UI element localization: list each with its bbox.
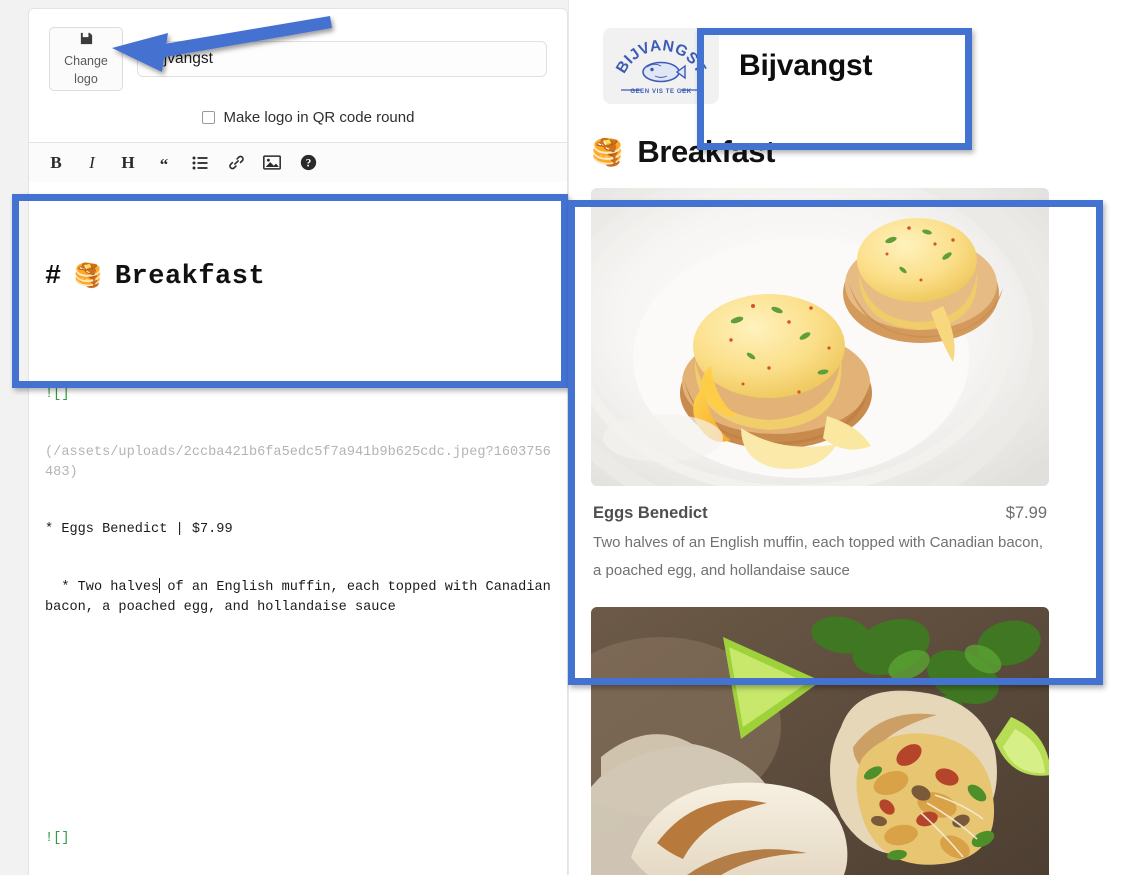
preview-item-card: Eggs Benedict $7.99 Two halves of an Eng… — [569, 176, 1121, 585]
markdown-toolbar: B I H “ ? — [29, 142, 567, 182]
brand-logo-tagline: GEEN VIS TE GEK — [630, 89, 691, 95]
page-gutter — [0, 0, 12, 875]
brand-logo: BIJVANGST GEEN VIS TE GEK — [603, 28, 719, 104]
markdown-heading-breakfast: # 🥞 Breakfast — [45, 258, 551, 296]
preview-item-price: $7.99 — [1005, 504, 1047, 522]
breakfast-burrito-photo — [591, 606, 1049, 875]
menu-editor-panel: Change logo Make logo in QR code round B… — [28, 8, 568, 875]
eggs-benedict-photo — [591, 188, 1049, 486]
preview-item-description: Two halves of an English muffin, each to… — [593, 534, 1044, 579]
md-spacer — [45, 675, 551, 694]
pancakes-emoji: 🥞 — [591, 136, 624, 167]
image-icon[interactable] — [261, 152, 283, 174]
logo-and-name-row: Change logo — [29, 9, 567, 99]
preview-section-breakfast: 🥞 Breakfast — [569, 104, 1121, 176]
list-icon[interactable] — [189, 152, 211, 174]
menu-preview-panel: BIJVANGST GEEN VIS TE GEK Bijvangst 🥞 Br… — [568, 0, 1121, 875]
qr-round-logo-label: Make logo in QR code round — [223, 109, 415, 126]
bold-icon[interactable]: B — [45, 152, 67, 174]
md-item-line: * Eggs Benedict | $7.99 — [45, 522, 233, 538]
preview-item-card — [569, 585, 1121, 875]
preview-item-name: Eggs Benedict — [593, 504, 708, 522]
change-logo-button[interactable]: Change logo — [49, 27, 123, 91]
qr-round-logo-checkbox[interactable] — [201, 111, 215, 124]
pancakes-emoji: 🥞 — [73, 263, 103, 290]
change-logo-label-line1: Change — [64, 53, 108, 68]
md-desc-before-caret: * Two halves — [45, 580, 160, 596]
heading-icon[interactable]: H — [117, 152, 139, 174]
md-spacer — [45, 732, 551, 751]
preview-section-title: Breakfast — [637, 134, 776, 169]
help-icon[interactable]: ? — [297, 152, 319, 174]
quote-icon[interactable]: “ — [153, 152, 175, 174]
italic-icon[interactable]: I — [81, 152, 103, 174]
link-icon[interactable] — [225, 152, 247, 174]
svg-text:?: ? — [305, 158, 311, 170]
heading-text: Breakfast — [114, 261, 266, 292]
save-floppy-icon — [79, 31, 94, 49]
screenshot-root: Change logo Make logo in QR code round B… — [0, 0, 1121, 875]
md-image-mark: ![] — [45, 830, 70, 846]
qr-round-logo-row: Make logo in QR code round — [49, 99, 567, 142]
heading-hash: # — [45, 261, 62, 292]
brand-name: Bijvangst — [739, 49, 873, 82]
markdown-textarea[interactable]: # 🥞 Breakfast ![] (/assets/uploads/2ccba… — [29, 182, 567, 872]
restaurant-name-input[interactable] — [137, 41, 547, 77]
md-desc-line: * Two halves of an English muffin, each … — [45, 578, 551, 617]
md-image-mark: ![] — [45, 387, 70, 403]
md-image-url: (/assets/uploads/2ccba421b6fa5edc5f7a941… — [45, 445, 551, 480]
preview-brand-row: BIJVANGST GEEN VIS TE GEK Bijvangst — [569, 0, 1121, 104]
change-logo-label-line2: logo — [74, 71, 98, 86]
preview-item-row: Eggs Benedict $7.99 — [591, 486, 1049, 523]
